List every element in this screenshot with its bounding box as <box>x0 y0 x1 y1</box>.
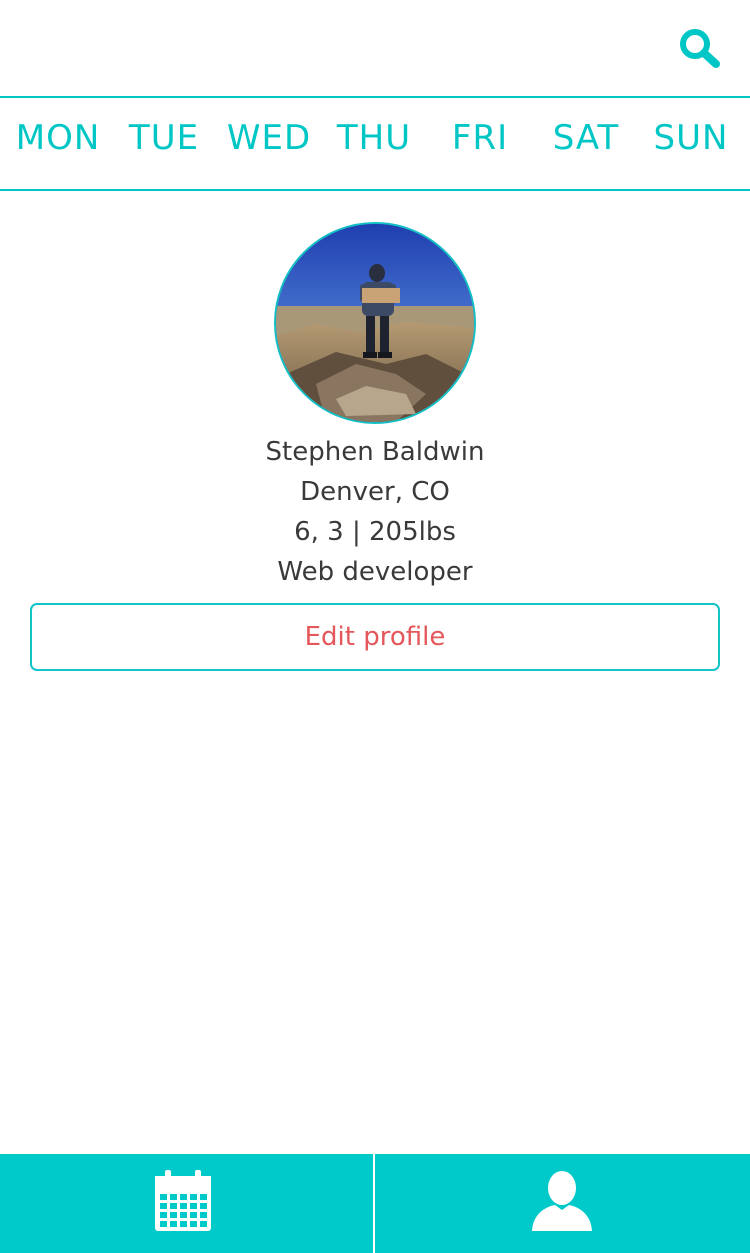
avatar-photo <box>276 224 474 422</box>
profile-screen: MON TUE WED THU FRI SAT SUN Stephen Bald… <box>0 0 750 1253</box>
top-bar <box>0 0 750 96</box>
day-tabs: MON TUE WED THU FRI SAT SUN <box>0 98 750 190</box>
profile-stats: 6, 3 | 205lbs <box>294 517 456 547</box>
tab-wed[interactable]: WED <box>222 98 316 190</box>
tab-sat[interactable]: SAT <box>546 98 626 190</box>
profile-name: Stephen Baldwin <box>265 437 485 467</box>
calendar-icon <box>155 1170 211 1231</box>
nav-profile[interactable] <box>375 1154 750 1253</box>
tab-fri[interactable]: FRI <box>440 98 520 190</box>
tab-thu[interactable]: THU <box>330 98 418 190</box>
edit-profile-button[interactable]: Edit profile <box>30 603 720 671</box>
search-button[interactable] <box>676 26 722 70</box>
tab-mon[interactable]: MON <box>10 98 106 190</box>
tab-tue[interactable]: TUE <box>118 98 210 190</box>
bottom-nav <box>0 1154 750 1253</box>
days-divider <box>0 189 750 191</box>
profile-occupation: Web developer <box>277 557 473 587</box>
avatar <box>274 222 476 424</box>
search-icon <box>680 29 720 68</box>
tab-sun[interactable]: SUN <box>650 98 732 190</box>
user-icon <box>532 1171 592 1231</box>
nav-calendar[interactable] <box>0 1154 373 1253</box>
profile-location: Denver, CO <box>300 477 450 507</box>
